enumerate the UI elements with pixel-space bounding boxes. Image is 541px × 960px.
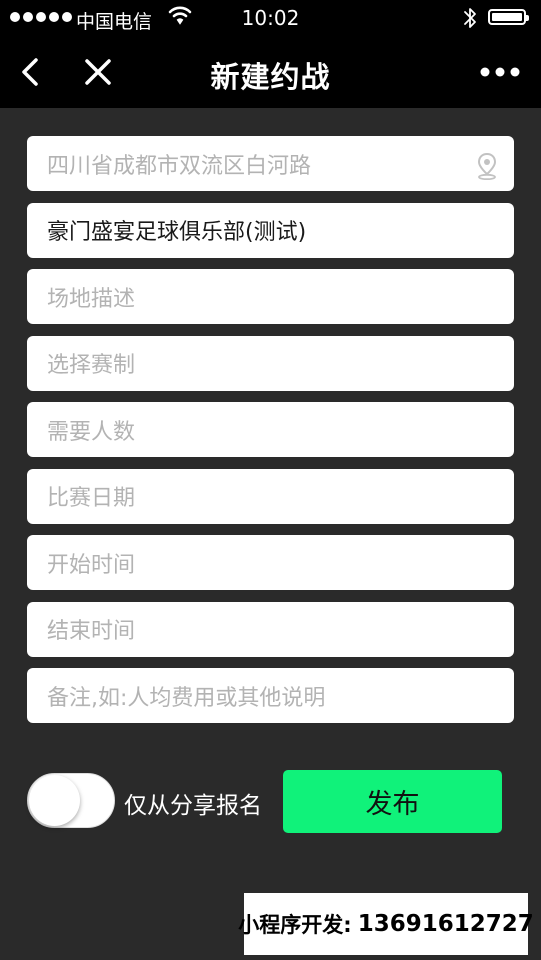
start-time-field[interactable]: 开始时间 [27,535,514,590]
share-only-toggle[interactable] [27,773,115,828]
page-title: 新建约战 [210,60,331,94]
bluetooth-icon [464,8,476,28]
publish-button[interactable]: 发布 [283,770,502,833]
more-icon[interactable] [478,62,522,82]
match-format-field[interactable]: 选择赛制 [27,335,514,391]
remarks-placeholder: 备注,如:人均费用或其他说明 [47,685,326,711]
remarks-field[interactable]: 备注,如:人均费用或其他说明 [27,668,514,723]
location-field[interactable]: 四川省成都市双流区白河路 [27,136,514,191]
status-time: 10:02 [241,6,300,30]
venue-description-placeholder: 场地描述 [47,286,136,312]
player-count-placeholder: 需要人数 [47,419,136,445]
developer-watermark: 小程序开发: 13691612727 [238,893,534,955]
player-count-field[interactable]: 需要人数 [27,402,514,457]
battery-icon [488,9,529,25]
end-time-placeholder: 结束时间 [47,619,136,644]
share-only-label: 仅从分享报名 [124,793,262,819]
watermark-phone: 13691612727 [357,911,534,937]
club-name-value: 豪门盛宴足球俱乐部(测试) [47,220,307,245]
match-date-field[interactable]: 比赛日期 [27,468,514,524]
status-bar: 中国电信 10:02 [0,0,541,36]
start-time-placeholder: 开始时间 [47,552,136,578]
match-date-placeholder: 比赛日期 [47,486,136,511]
location-pin-icon[interactable] [476,152,498,180]
nav-bar: 新建约战 [0,36,541,108]
match-form: 四川省成都市双流区白河路 豪门盛宴足球俱乐部(测试) 场地描述 选择赛制 需要人… [27,136,514,735]
club-name-field[interactable]: 豪门盛宴足球俱乐部(测试) [27,202,514,258]
toggle-knob [29,775,80,826]
location-field-text: 四川省成都市双流区白河路 [47,153,312,179]
match-format-placeholder: 选择赛制 [47,353,136,378]
end-time-field[interactable]: 结束时间 [27,601,514,657]
venue-description-field[interactable]: 场地描述 [27,269,514,324]
watermark-label: 小程序开发: [238,913,352,937]
